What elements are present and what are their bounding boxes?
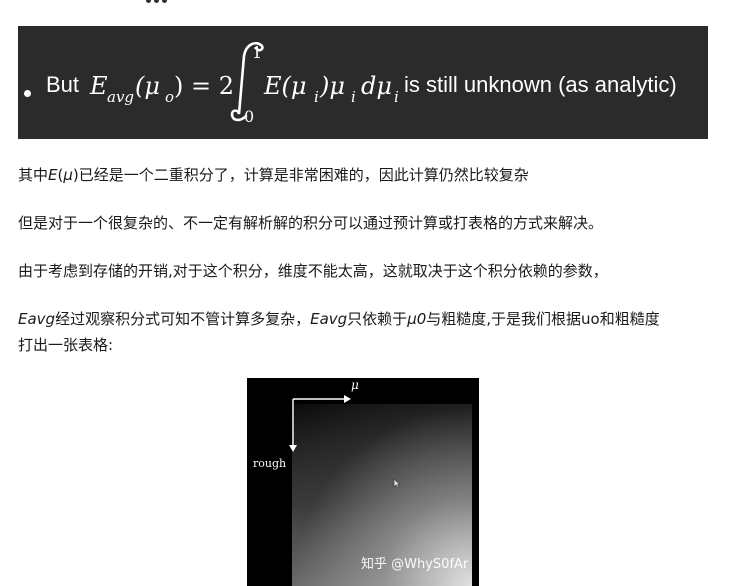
formula-suffix: is still unknown (as analytic) xyxy=(404,72,677,97)
formula-upper-limit: 1 xyxy=(252,43,262,62)
p4-text-b: 经过观察积分式可知不管计算多复杂， xyxy=(55,310,311,328)
formula-integrand-sub1: i xyxy=(314,88,319,106)
formula-differential: dμ xyxy=(361,72,392,100)
cropped-text-top xyxy=(0,0,742,6)
formula-prefix: But xyxy=(46,72,79,97)
p4-text-d: 只依赖于 xyxy=(347,310,408,328)
formula-integrand-mid: )μ xyxy=(319,72,345,100)
p1-symbol-mu: μ xyxy=(63,166,73,184)
formula-integrand: E(μ xyxy=(263,72,306,100)
y-axis-label: rough xyxy=(253,457,287,470)
p1-text-a: 其中 xyxy=(18,166,49,184)
formula-lhs-sub: avg xyxy=(107,88,134,106)
p4-symbol-eavg-1: Eavg xyxy=(18,310,56,328)
paragraph-4-cont: 打出一张表格: xyxy=(18,336,114,354)
x-axis-arrowhead-icon xyxy=(344,395,351,403)
cursor-icon xyxy=(393,478,401,489)
formula-integrand-sub2: i xyxy=(351,88,356,106)
p4-symbol-mu0: μ0 xyxy=(407,310,427,328)
p1-symbol-e: E xyxy=(48,166,58,184)
paragraph-3: 由于考虑到存储的开销,对于这个积分，维度不能太高，这就取决于这个积分依赖的参数， xyxy=(18,262,608,280)
formula-svg: But E avg (μ o ) = 2 1 0 E(μ i )μ i dμ i… xyxy=(46,42,677,126)
formula-equals: ) = 2 xyxy=(174,72,234,100)
formula-lhs-arg-sub: o xyxy=(165,88,174,106)
lookup-table-image: μ rough 知乎 @WhyS0fAr xyxy=(247,378,479,586)
paragraph-1: 其中E(μ)已经是一个二重积分了，计算是非常困难的，因此计算仍然比较复杂 xyxy=(18,163,529,187)
p4-symbol-eavg-2: Eavg xyxy=(310,310,348,328)
p4-text-f: 与粗糙度,于是我们根据uo和粗糙度 xyxy=(426,310,660,328)
p1-text-e: )已经是一个二重积分了，计算是非常困难的，因此计算仍然比较复杂 xyxy=(72,166,529,184)
watermark: 知乎 @WhyS0fAr xyxy=(361,557,469,572)
formula-banner: But E avg (μ o ) = 2 1 0 E(μ i )μ i dμ i… xyxy=(18,26,708,139)
formula-lhs: E xyxy=(89,72,108,100)
formula-differential-sub: i xyxy=(394,88,399,106)
formula-lower-limit: 0 xyxy=(244,107,254,126)
paragraph-2: 但是对于一个很复杂的、不一定有解析解的积分可以通过预计算或打表格的方式来解决。 xyxy=(18,214,604,232)
x-axis-label: μ xyxy=(351,378,359,392)
cropped-glyphs xyxy=(146,0,176,3)
paragraph-4: Eavg经过观察积分式可知不管计算多复杂，Eavg只依赖于μ0与粗糙度,于是我们… xyxy=(18,307,660,331)
formula-lhs-arg: (μ xyxy=(135,72,160,100)
y-axis-arrowhead-icon xyxy=(289,445,297,452)
